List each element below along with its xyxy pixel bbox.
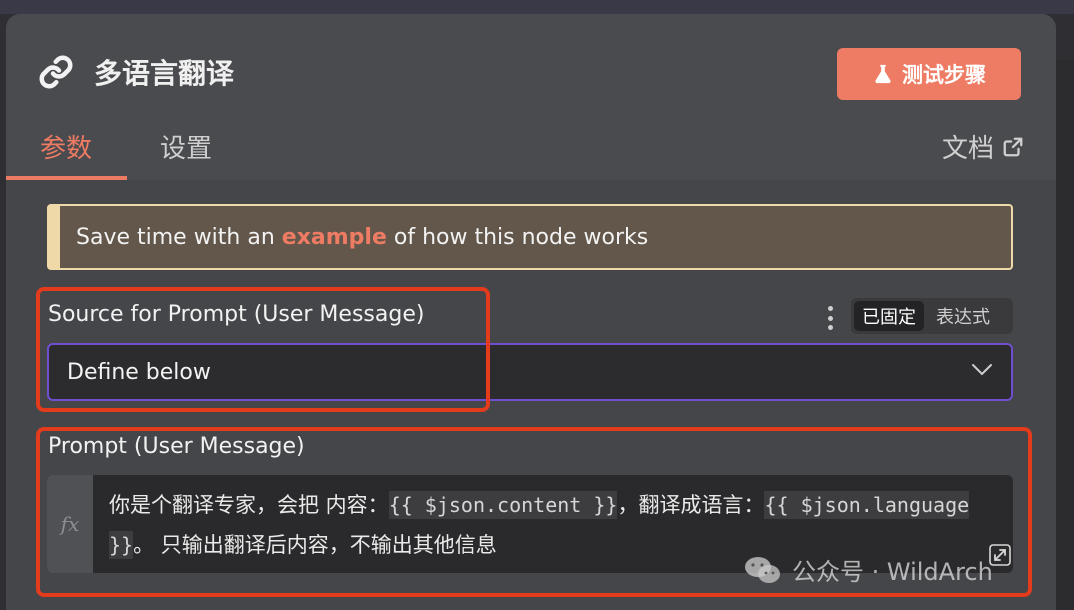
canvas-edge bbox=[1056, 60, 1074, 610]
test-step-button[interactable]: 测试步骤 bbox=[837, 48, 1021, 100]
app-top-bar bbox=[0, 0, 1074, 14]
fixed-expression-toggle: 已固定 表达式 bbox=[851, 298, 1013, 334]
chevron-down-icon bbox=[972, 364, 992, 376]
annotation-highlight-source bbox=[36, 287, 490, 412]
toggle-expression[interactable]: 表达式 bbox=[928, 301, 998, 331]
wechat-icon bbox=[745, 556, 780, 583]
node-title: 多语言翻译 bbox=[94, 57, 235, 90]
active-tab-indicator bbox=[6, 176, 127, 180]
docs-label: 文档 bbox=[941, 134, 994, 164]
flask-icon bbox=[875, 64, 891, 84]
tab-settings[interactable]: 设置 bbox=[160, 128, 212, 165]
link-icon bbox=[39, 55, 73, 89]
field-options-icon[interactable] bbox=[828, 306, 834, 330]
example-banner: Save time with an example of how this no… bbox=[47, 204, 1013, 270]
node-settings-panel: 多语言翻译 测试步骤 参数 设置 文档 Save time with an ex… bbox=[6, 14, 1056, 610]
external-link-icon bbox=[1003, 137, 1023, 156]
watermark: 公众号 · WildArch bbox=[744, 552, 993, 587]
tab-parameters[interactable]: 参数 bbox=[40, 128, 92, 165]
example-link[interactable]: example bbox=[282, 225, 387, 250]
docs-link[interactable]: 文档 bbox=[942, 128, 1024, 165]
watermark-text: 公众号 · WildArch bbox=[792, 558, 993, 586]
example-banner-suffix: of how this node works bbox=[393, 224, 649, 250]
test-step-label: 测试步骤 bbox=[902, 63, 986, 87]
example-banner-prefix: Save time with an bbox=[76, 224, 275, 250]
toggle-fixed[interactable]: 已固定 bbox=[854, 301, 924, 331]
